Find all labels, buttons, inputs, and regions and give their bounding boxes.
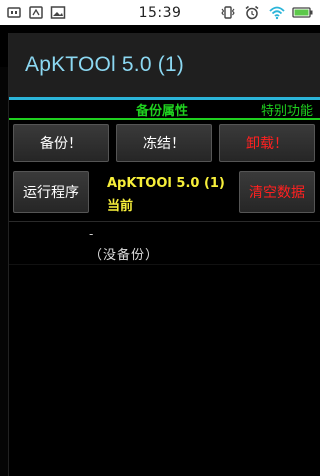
tab-special-functions[interactable]: 特别功能 xyxy=(261,100,313,119)
tab-backup-properties[interactable]: 备份属性 xyxy=(136,100,188,119)
tab-indicator-line xyxy=(9,118,320,120)
dialog-title: ApKTOOl 5.0 (1) xyxy=(25,53,185,76)
tabs-row: 备份属性 特别功能 xyxy=(9,100,320,120)
run-program-button[interactable]: 运行程序 xyxy=(13,171,89,213)
backup-dash: - xyxy=(89,227,94,241)
backup-button[interactable]: 备份！ xyxy=(13,124,109,162)
app-options-dialog: ApKTOOl 5.0 (1) 备份属性 特别功能 备份！ 冻结！ 卸载！ 运行… xyxy=(8,33,320,476)
freeze-button[interactable]: 冻结！ xyxy=(116,124,212,162)
usb-icon xyxy=(6,5,22,20)
usb-debug-icon xyxy=(28,5,44,20)
battery-icon xyxy=(292,5,314,20)
uninstall-button[interactable]: 卸载！ xyxy=(219,124,315,162)
wifi-icon xyxy=(268,5,285,20)
image-icon xyxy=(50,5,66,20)
app-state-label: 当前 xyxy=(107,199,134,214)
no-backup-label: （没备份） xyxy=(89,248,160,263)
status-right-icons xyxy=(220,5,320,20)
alarm-icon xyxy=(244,5,260,20)
clear-data-button[interactable]: 清空数据 xyxy=(239,171,315,213)
app-name-label: ApKTOOl 5.0 (1) xyxy=(107,176,225,191)
dialog-empty-area xyxy=(9,264,320,476)
status-left-icons xyxy=(0,5,66,20)
background-edge xyxy=(0,67,8,476)
dialog-header: ApKTOOl 5.0 (1) xyxy=(9,33,320,100)
status-bar: 15:39 xyxy=(0,0,320,25)
divider xyxy=(9,221,320,222)
vibrate-icon xyxy=(220,5,236,20)
